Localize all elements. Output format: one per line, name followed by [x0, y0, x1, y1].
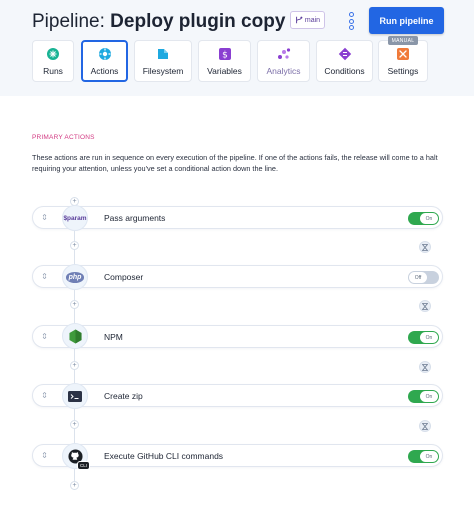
conditions-icon: [338, 47, 351, 60]
action-row-pass-arguments[interactable]: ⇕ Pass arguments On: [32, 206, 443, 229]
add-delay-button[interactable]: [419, 300, 431, 312]
tab-variables[interactable]: $ Variables: [198, 40, 251, 82]
add-action-button[interactable]: +: [70, 241, 79, 250]
manual-badge: MANUAL: [388, 36, 418, 45]
actions-icon: [98, 47, 111, 60]
tab-conditions[interactable]: Conditions: [316, 40, 373, 82]
variables-icon: $: [218, 47, 231, 60]
tab-actions[interactable]: Actions: [81, 40, 128, 82]
hourglass-icon: [422, 422, 428, 430]
drag-handle-icon[interactable]: ⇕: [40, 332, 49, 341]
svg-text:$: $: [222, 50, 228, 60]
add-delay-button[interactable]: [419, 361, 431, 373]
drag-handle-icon[interactable]: ⇕: [40, 272, 49, 281]
add-action-button[interactable]: +: [70, 361, 79, 370]
tab-runs[interactable]: Runs: [32, 40, 74, 82]
add-delay-button[interactable]: [419, 420, 431, 432]
action-toggle[interactable]: On: [408, 390, 439, 403]
drag-handle-icon[interactable]: ⇕: [40, 451, 49, 460]
add-action-button[interactable]: +: [70, 420, 79, 429]
hourglass-icon: [422, 363, 428, 371]
action-toggle[interactable]: On: [408, 331, 439, 344]
add-delay-button[interactable]: [419, 241, 431, 253]
action-toggle[interactable]: On: [408, 450, 439, 463]
action-row-create-zip[interactable]: ⇕ Create zip On: [32, 384, 443, 407]
drag-handle-icon[interactable]: ⇕: [40, 391, 49, 400]
action-row-npm[interactable]: ⇕ NPM On: [32, 325, 443, 348]
action-row-github-cli[interactable]: ⇕ Execute GitHub CLI commands On: [32, 444, 443, 467]
more-options-icon[interactable]: [347, 12, 355, 30]
filesystem-icon: [158, 48, 168, 59]
php-icon: php: [62, 264, 88, 290]
action-toggle[interactable]: On: [408, 212, 439, 225]
github-cli-icon: CLI: [62, 443, 90, 470]
page-title: Pipeline: Deploy plugin copy: [32, 11, 286, 32]
add-action-button[interactable]: +: [70, 300, 79, 309]
settings-icon: [397, 47, 409, 60]
action-row-composer[interactable]: ⇕ Composer Off: [32, 265, 443, 288]
drag-handle-icon[interactable]: ⇕: [40, 213, 49, 222]
nodejs-icon: [62, 323, 88, 349]
branch-icon: [296, 16, 303, 24]
branch-badge[interactable]: main: [290, 11, 325, 29]
runs-icon: [47, 47, 59, 60]
section-label: PRIMARY ACTIONS: [32, 134, 95, 141]
hourglass-icon: [422, 243, 428, 251]
run-pipeline-button[interactable]: Run pipeline: [369, 7, 444, 34]
section-description: These actions are run in sequence on eve…: [32, 153, 438, 173]
terminal-icon: [62, 383, 88, 409]
tab-settings[interactable]: Settings: [378, 40, 428, 82]
tab-analytics[interactable]: Analytics: [257, 40, 310, 82]
analytics-icon: [277, 47, 290, 59]
tab-filesystem[interactable]: Filesystem: [134, 40, 192, 82]
sparam-icon: $param: [62, 205, 88, 231]
add-action-button[interactable]: +: [70, 481, 79, 490]
action-toggle[interactable]: Off: [408, 271, 439, 284]
hourglass-icon: [422, 302, 428, 310]
